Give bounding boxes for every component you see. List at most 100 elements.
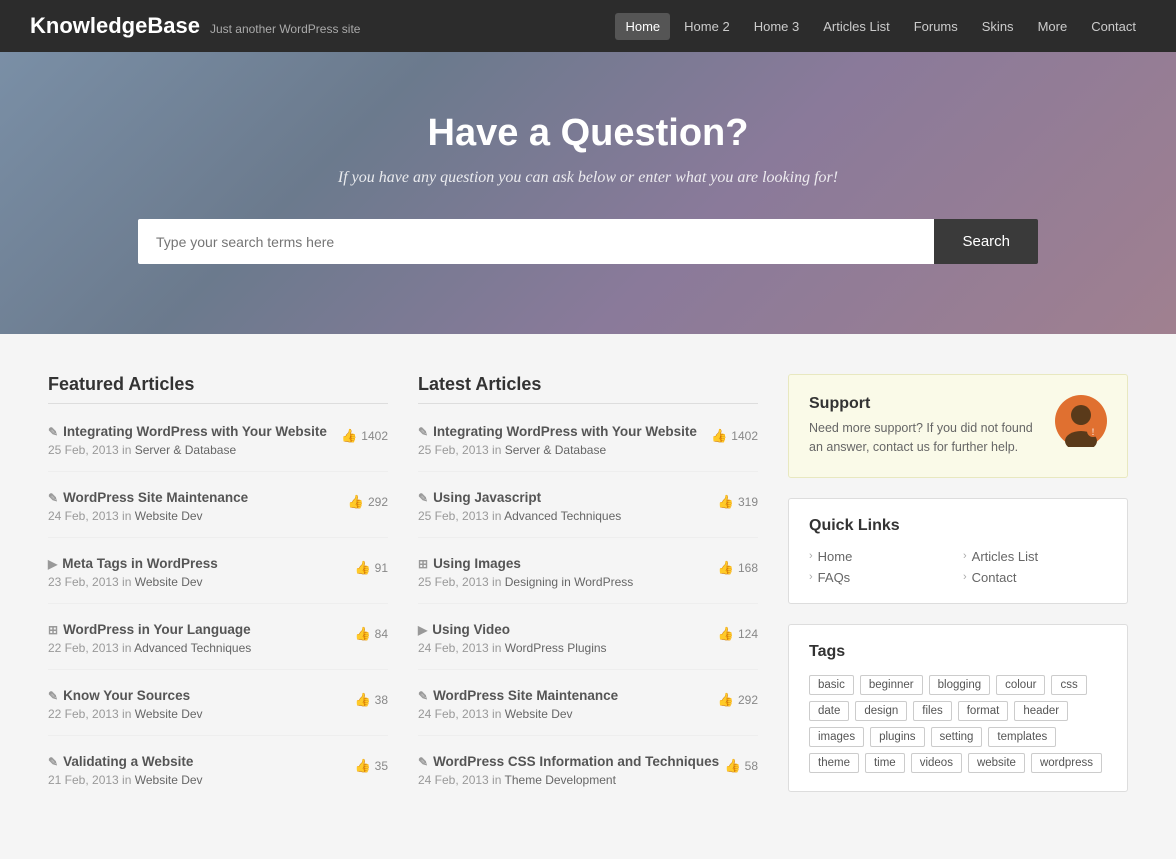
nav-item-forums[interactable]: Forums [904, 13, 968, 40]
article-title[interactable]: ✎ Integrating WordPress with Your Websit… [418, 424, 711, 439]
article-meta: 23 Feb, 2013 in Website Dev [48, 575, 354, 589]
like-icon: 👍 [718, 626, 734, 642]
article-title[interactable]: ✎ Using Javascript [418, 490, 718, 505]
article-type-icon: ✎ [48, 689, 58, 703]
like-icon: 👍 [341, 428, 357, 444]
tag-item[interactable]: website [968, 753, 1025, 773]
quick-link-label: FAQs [818, 570, 851, 585]
article-category[interactable]: Advanced Techniques [134, 641, 251, 655]
article-title-text: WordPress CSS Information and Techniques [433, 754, 719, 769]
article-category[interactable]: Website Dev [135, 509, 203, 523]
main-nav: HomeHome 2Home 3Articles ListForumsSkins… [615, 13, 1146, 40]
article-title[interactable]: ✎ Validating a Website [48, 754, 354, 769]
featured-articles-list: ✎ Integrating WordPress with Your Websit… [48, 424, 388, 801]
search-input[interactable] [138, 219, 934, 264]
article-info: ✎ Using Javascript 25 Feb, 2013 in Advan… [418, 490, 718, 523]
site-logo[interactable]: KnowledgeBase [30, 13, 200, 39]
article-likes: 👍 168 [718, 560, 758, 576]
nav-item-home[interactable]: Home [615, 13, 670, 40]
quick-link-arrow: › [809, 550, 813, 562]
article-meta: 25 Feb, 2013 in Server & Database [418, 443, 711, 457]
tag-item[interactable]: setting [931, 727, 983, 747]
article-category[interactable]: Website Dev [505, 707, 573, 721]
tag-item[interactable]: theme [809, 753, 859, 773]
quick-link-item[interactable]: ›Articles List [963, 549, 1107, 564]
tag-item[interactable]: header [1014, 701, 1068, 721]
article-title[interactable]: ✎ WordPress Site Maintenance [48, 490, 348, 505]
article-title[interactable]: ✎ WordPress CSS Information and Techniqu… [418, 754, 724, 769]
tag-item[interactable]: templates [988, 727, 1056, 747]
article-type-icon: ✎ [418, 689, 428, 703]
article-meta: 21 Feb, 2013 in Website Dev [48, 773, 354, 787]
like-icon: 👍 [354, 626, 370, 642]
article-likes: 👍 58 [724, 758, 758, 774]
nav-item-contact[interactable]: Contact [1081, 13, 1146, 40]
article-item: ▶ Meta Tags in WordPress 23 Feb, 2013 in… [48, 556, 388, 604]
article-info: ⊞ WordPress in Your Language 22 Feb, 201… [48, 622, 354, 655]
quick-link-item[interactable]: › Home [809, 549, 953, 564]
tag-item[interactable]: design [855, 701, 907, 721]
search-button[interactable]: Search [934, 219, 1038, 264]
tag-item[interactable]: date [809, 701, 849, 721]
nav-item-articles-list[interactable]: Articles List [813, 13, 899, 40]
article-likes: 👍 319 [718, 494, 758, 510]
nav-item-more[interactable]: More [1028, 13, 1078, 40]
article-category[interactable]: WordPress Plugins [505, 641, 607, 655]
article-title[interactable]: ▶ Meta Tags in WordPress [48, 556, 354, 571]
tag-item[interactable]: colour [996, 675, 1045, 695]
article-item: ✎ Using Javascript 25 Feb, 2013 in Advan… [418, 490, 758, 538]
tag-item[interactable]: time [865, 753, 905, 773]
quick-link-label: Articles List [972, 549, 1038, 564]
article-category[interactable]: Server & Database [505, 443, 606, 457]
featured-articles-column: Featured Articles ✎ Integrating WordPres… [48, 374, 388, 819]
article-category[interactable]: Theme Development [505, 773, 616, 787]
article-title-text: Integrating WordPress with Your Website [433, 424, 697, 439]
article-info: ✎ WordPress Site Maintenance 24 Feb, 201… [418, 688, 718, 721]
main-content: Featured Articles ✎ Integrating WordPres… [18, 334, 1158, 859]
tag-item[interactable]: css [1051, 675, 1086, 695]
support-text: Need more support? If you did not found … [809, 419, 1043, 457]
tag-item[interactable]: blogging [929, 675, 990, 695]
tag-item[interactable]: format [958, 701, 1009, 721]
quick-link-item[interactable]: ›FAQs [809, 570, 953, 585]
article-category[interactable]: Website Dev [135, 575, 203, 589]
quick-link-item[interactable]: ›Contact [963, 570, 1107, 585]
like-count: 1402 [731, 429, 758, 443]
tag-item[interactable]: images [809, 727, 864, 747]
nav-item-skins[interactable]: Skins [972, 13, 1024, 40]
nav-item-home-3[interactable]: Home 3 [744, 13, 810, 40]
article-title[interactable]: ✎ Integrating WordPress with Your Websit… [48, 424, 341, 439]
article-title[interactable]: ⊞ WordPress in Your Language [48, 622, 354, 637]
tag-item[interactable]: wordpress [1031, 753, 1102, 773]
article-category[interactable]: Designing in WordPress [505, 575, 634, 589]
nav-item-home-2[interactable]: Home 2 [674, 13, 740, 40]
article-title[interactable]: ✎ Know Your Sources [48, 688, 354, 703]
article-item: ⊞ Using Images 25 Feb, 2013 in Designing… [418, 556, 758, 604]
article-meta: 24 Feb, 2013 in WordPress Plugins [418, 641, 718, 655]
like-icon: 👍 [718, 560, 734, 576]
tag-item[interactable]: beginner [860, 675, 923, 695]
quick-link-label: Contact [972, 570, 1017, 585]
like-count: 319 [738, 495, 758, 509]
article-info: ✎ Integrating WordPress with Your Websit… [418, 424, 711, 457]
article-type-icon: ⊞ [418, 557, 428, 571]
article-title[interactable]: ⊞ Using Images [418, 556, 718, 571]
tag-item[interactable]: plugins [870, 727, 924, 747]
article-type-icon: ⊞ [48, 623, 58, 637]
article-category[interactable]: Website Dev [135, 773, 203, 787]
tag-item[interactable]: files [913, 701, 951, 721]
article-title[interactable]: ✎ WordPress Site Maintenance [418, 688, 718, 703]
article-info: ✎ Know Your Sources 22 Feb, 2013 in Webs… [48, 688, 354, 721]
tag-item[interactable]: videos [911, 753, 962, 773]
support-title: Support [809, 395, 1043, 413]
article-category[interactable]: Website Dev [135, 707, 203, 721]
article-category[interactable]: Advanced Techniques [504, 509, 621, 523]
article-category[interactable]: Server & Database [135, 443, 236, 457]
article-type-icon: ✎ [48, 425, 58, 439]
like-count: 38 [375, 693, 388, 707]
site-tagline: Just another WordPress site [210, 22, 361, 36]
tag-item[interactable]: basic [809, 675, 854, 695]
article-title[interactable]: ▶ Using Video [418, 622, 718, 637]
quick-link-label: Home [818, 549, 853, 564]
like-count: 292 [738, 693, 758, 707]
